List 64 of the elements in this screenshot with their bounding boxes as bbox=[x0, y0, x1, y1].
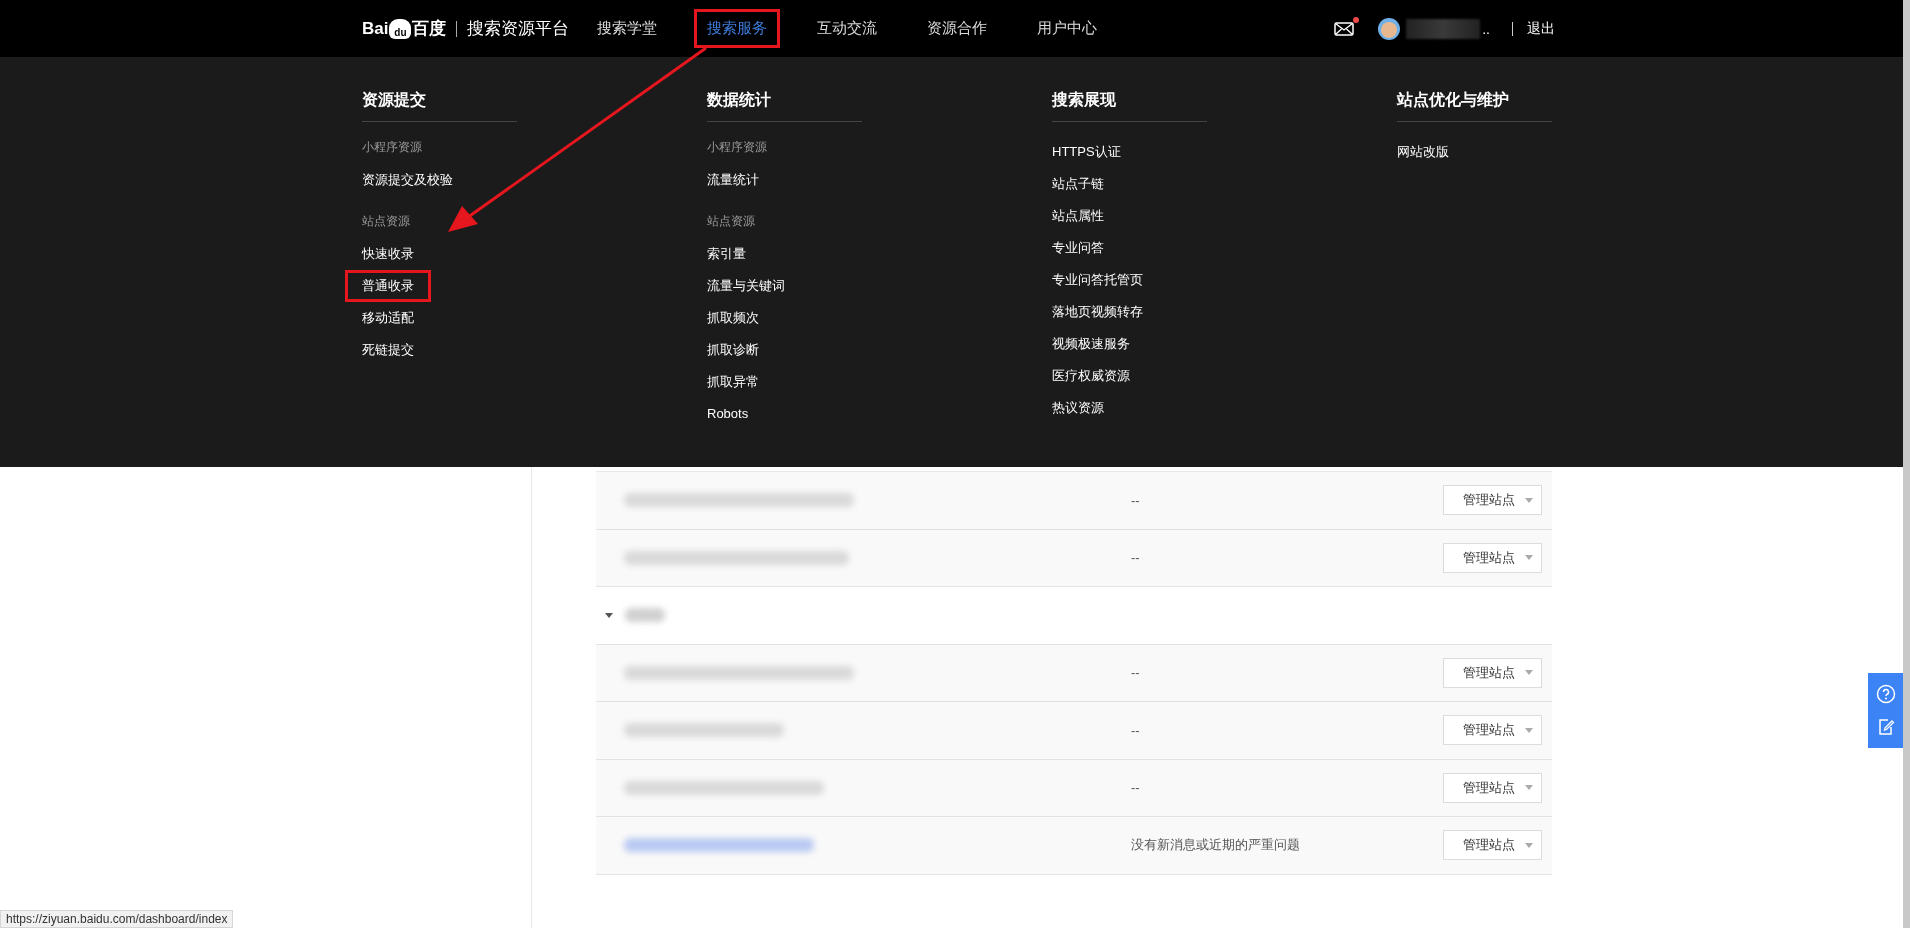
manage-site-dropdown[interactable]: 管理站点 bbox=[1443, 485, 1542, 516]
platform-name: 搜索资源平台 bbox=[467, 18, 570, 40]
caret-icon bbox=[1525, 670, 1533, 676]
menu-item[interactable]: 资源提交及校验 bbox=[345, 164, 470, 196]
menu-item[interactable]: 流量统计 bbox=[690, 164, 776, 196]
caret-icon bbox=[1525, 785, 1533, 791]
mail-icon[interactable] bbox=[1334, 21, 1355, 36]
menu-heading: 站点优化与维护 bbox=[1397, 90, 1552, 122]
caret-icon bbox=[1525, 842, 1533, 848]
menu-item[interactable]: 快速收录 bbox=[345, 238, 431, 270]
menu-heading: 数据统计 bbox=[707, 90, 862, 122]
manage-site-dropdown[interactable]: 管理站点 bbox=[1443, 830, 1542, 861]
manage-site-dropdown[interactable]: 管理站点 bbox=[1443, 772, 1542, 803]
status-text: -- bbox=[1131, 722, 1140, 738]
menu-item[interactable]: 抓取异常 bbox=[690, 366, 776, 398]
caret-icon bbox=[1525, 555, 1533, 561]
menu-item[interactable]: 网站改版 bbox=[1380, 136, 1466, 168]
nav-link[interactable]: 用户中心 bbox=[1024, 9, 1111, 48]
status-text: -- bbox=[1131, 550, 1140, 566]
menu-group-label: 小程序资源 bbox=[707, 139, 768, 156]
baidu-logo[interactable]: Bai du 百度 bbox=[362, 17, 447, 40]
menu-item[interactable]: 索引量 bbox=[690, 238, 763, 270]
avatar-icon[interactable] bbox=[1378, 17, 1401, 40]
logout-link[interactable]: 退出 bbox=[1527, 19, 1555, 38]
menu-item[interactable]: HTTPS认证 bbox=[1035, 136, 1138, 168]
menu-item[interactable]: 视频极速服务 bbox=[1035, 328, 1147, 360]
menu-item[interactable]: 死链提交 bbox=[345, 334, 431, 366]
menu-item[interactable]: 移动适配 bbox=[345, 302, 431, 334]
menu-item[interactable]: 站点子链 bbox=[1035, 168, 1121, 200]
menu-item[interactable]: 流量与关键词 bbox=[690, 270, 802, 302]
help-icon[interactable] bbox=[1875, 683, 1896, 704]
manage-site-dropdown[interactable]: 管理站点 bbox=[1443, 715, 1542, 746]
manage-site-dropdown[interactable]: 管理站点 bbox=[1443, 657, 1542, 688]
menu-item[interactable]: 站点属性 bbox=[1035, 200, 1121, 232]
status-url: https://ziyuan.baidu.com/dashboard/index bbox=[0, 910, 234, 928]
menu-item[interactable]: 抓取诊断 bbox=[690, 334, 776, 366]
menu-item[interactable]: 专业问答托管页 bbox=[1035, 264, 1160, 296]
username-ellipsis: .. bbox=[1482, 20, 1490, 37]
menu-item[interactable]: Robots bbox=[690, 398, 766, 430]
menu-group-label: 站点资源 bbox=[707, 213, 756, 230]
menu-heading: 资源提交 bbox=[362, 90, 517, 122]
status-text: -- bbox=[1131, 780, 1140, 796]
caret-icon[interactable] bbox=[605, 612, 613, 618]
menu-item[interactable]: 医疗权威资源 bbox=[1035, 360, 1147, 392]
nav-link[interactable]: 搜索学堂 bbox=[584, 9, 671, 48]
menu-item[interactable]: 抓取频次 bbox=[690, 302, 776, 334]
nav-link[interactable]: 互动交流 bbox=[804, 9, 891, 48]
status-text: -- bbox=[1131, 665, 1140, 681]
manage-site-dropdown[interactable]: 管理站点 bbox=[1443, 542, 1542, 573]
menu-item[interactable]: 专业问答 bbox=[1035, 232, 1121, 264]
menu-item[interactable]: 热议资源 bbox=[1035, 392, 1121, 424]
blurred-text bbox=[625, 608, 665, 623]
menu-item[interactable]: 普通收录 bbox=[345, 270, 431, 302]
menu-heading: 搜索展现 bbox=[1052, 90, 1207, 122]
status-text: -- bbox=[1131, 492, 1140, 508]
nav-link[interactable]: 资源合作 bbox=[914, 9, 1001, 48]
status-text: 没有新消息或近期的严重问题 bbox=[1131, 836, 1300, 855]
caret-icon bbox=[1525, 727, 1533, 733]
menu-item[interactable]: 落地页视频转存 bbox=[1035, 296, 1160, 328]
caret-icon bbox=[1525, 497, 1533, 503]
menu-group-label: 站点资源 bbox=[362, 213, 411, 230]
menu-group-label: 小程序资源 bbox=[362, 139, 423, 156]
nav-link[interactable]: 搜索服务 bbox=[694, 9, 781, 48]
scrollbar[interactable] bbox=[1903, 0, 1910, 928]
